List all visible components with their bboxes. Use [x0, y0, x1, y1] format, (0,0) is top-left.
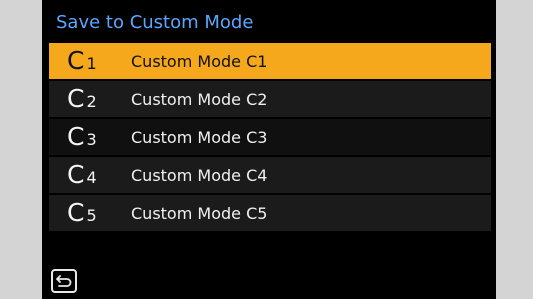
- return-arrow-icon: [56, 274, 72, 288]
- mode-letter: C: [67, 84, 85, 113]
- menu-item-c3[interactable]: C 3 Custom Mode C3: [49, 119, 491, 155]
- menu-item-label: Custom Mode C2: [131, 89, 268, 109]
- mode-number: 5: [86, 206, 97, 225]
- mode-number: 2: [86, 92, 97, 111]
- menu-item-label: Custom Mode C4: [131, 165, 268, 185]
- mode-number: 3: [86, 130, 97, 149]
- mode-code: C 3: [67, 122, 131, 152]
- menu-item-label: Custom Mode C5: [131, 203, 268, 223]
- mode-letter: C: [67, 160, 85, 189]
- mode-code: C 4: [67, 160, 131, 190]
- mode-code: C 1: [67, 46, 131, 76]
- menu-item-c5[interactable]: C 5 Custom Mode C5: [49, 195, 491, 231]
- mode-letter: C: [67, 122, 85, 151]
- custom-mode-list: C 1 Custom Mode C1 C 2 Custom Mode C2 C …: [49, 43, 491, 233]
- camera-menu-screen: Save to Custom Mode C 1 Custom Mode C1 C…: [42, 0, 496, 299]
- menu-title: Save to Custom Mode: [56, 12, 254, 33]
- menu-item-c4[interactable]: C 4 Custom Mode C4: [49, 157, 491, 193]
- back-button[interactable]: [51, 269, 77, 293]
- menu-item-c2[interactable]: C 2 Custom Mode C2: [49, 81, 491, 117]
- menu-item-c1[interactable]: C 1 Custom Mode C1: [49, 43, 491, 79]
- menu-item-label: Custom Mode C3: [131, 127, 268, 147]
- mode-number: 4: [86, 168, 97, 187]
- mode-number: 1: [86, 54, 97, 73]
- mode-letter: C: [67, 46, 85, 75]
- menu-item-label: Custom Mode C1: [131, 51, 268, 71]
- mode-code: C 5: [67, 198, 131, 228]
- mode-code: C 2: [67, 84, 131, 114]
- mode-letter: C: [67, 198, 85, 227]
